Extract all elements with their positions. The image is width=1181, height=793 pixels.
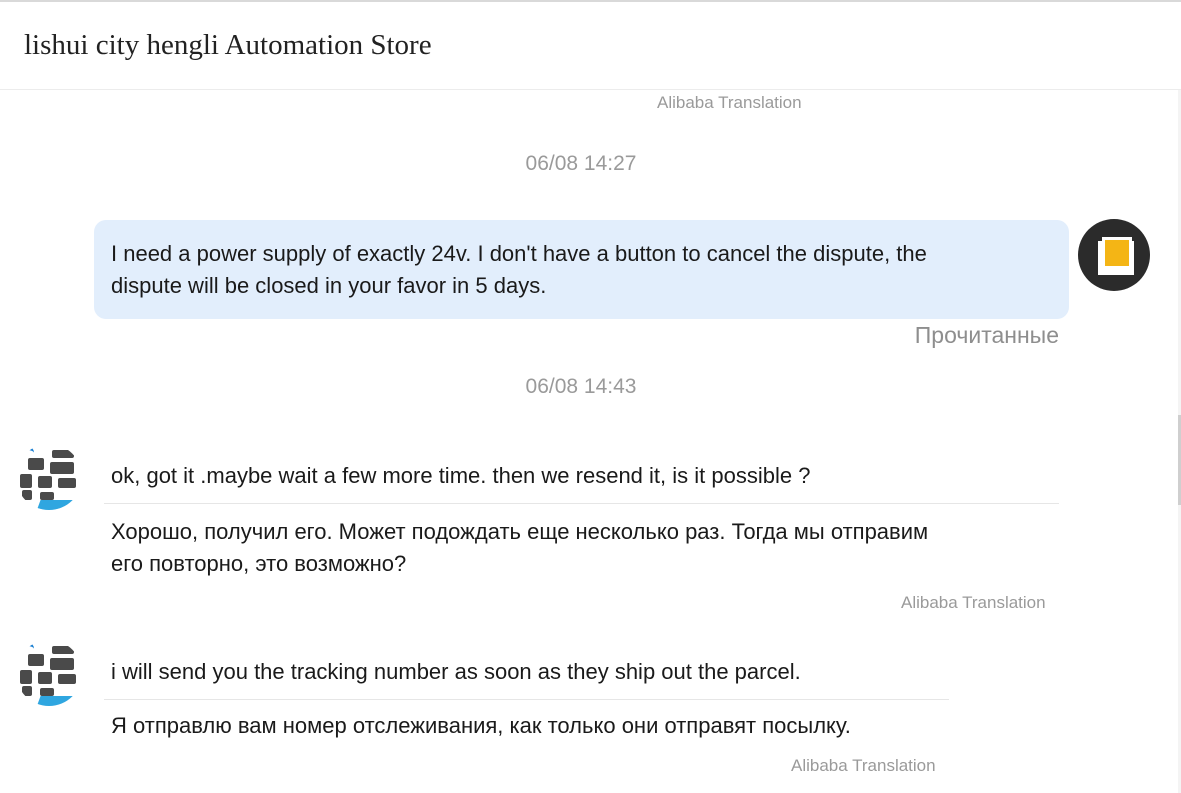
incoming-message-translation: Я отправлю вам номер отслеживания, как т… [111,713,851,738]
read-status: Прочитанные [914,322,1059,348]
avatar-products-image [18,448,80,506]
seller-avatar[interactable] [16,640,82,706]
incoming-message[interactable]: i will send you the tracking number as s… [104,656,949,742]
translation-line-2: его повторно, это возможно? [111,551,407,576]
avatar-logo-square-icon [1102,237,1132,269]
outgoing-message-line-1: I need a power supply of exactly 24v. I … [111,241,927,266]
avatar-products-image [18,644,80,702]
seller-avatar[interactable] [16,444,82,510]
message-timestamp: 06/08 14:43 [525,375,637,398]
avatar-badge [35,500,82,510]
incoming-message-translation: Хорошо, получил его. Может подождать еще… [104,504,1059,580]
translation-tag: Alibaba Translation [791,756,936,775]
store-title[interactable]: lishui city hengli Automation Store [24,29,432,62]
outgoing-message-bubble[interactable]: I need a power supply of exactly 24v. I … [94,220,1069,319]
translation-tag: Alibaba Translation [901,593,1046,612]
incoming-message[interactable]: ok, got it .maybe wait a few more time. … [104,460,1059,580]
translation-tag-previous: Alibaba Translation [657,93,802,112]
translation-line-1: Хорошо, получил его. Может подождать еще… [111,519,929,544]
chat-header: lishui city hengli Automation Store [0,2,1181,90]
incoming-message-original: i will send you the tracking number as s… [104,656,949,700]
message-timestamp: 06/08 14:27 [525,152,637,175]
user-avatar[interactable] [1078,219,1150,291]
incoming-message-original: ok, got it .maybe wait a few more time. … [104,460,1059,504]
outgoing-message-line-2: dispute will be closed in your favor in … [111,273,547,298]
avatar-badge [35,696,82,706]
